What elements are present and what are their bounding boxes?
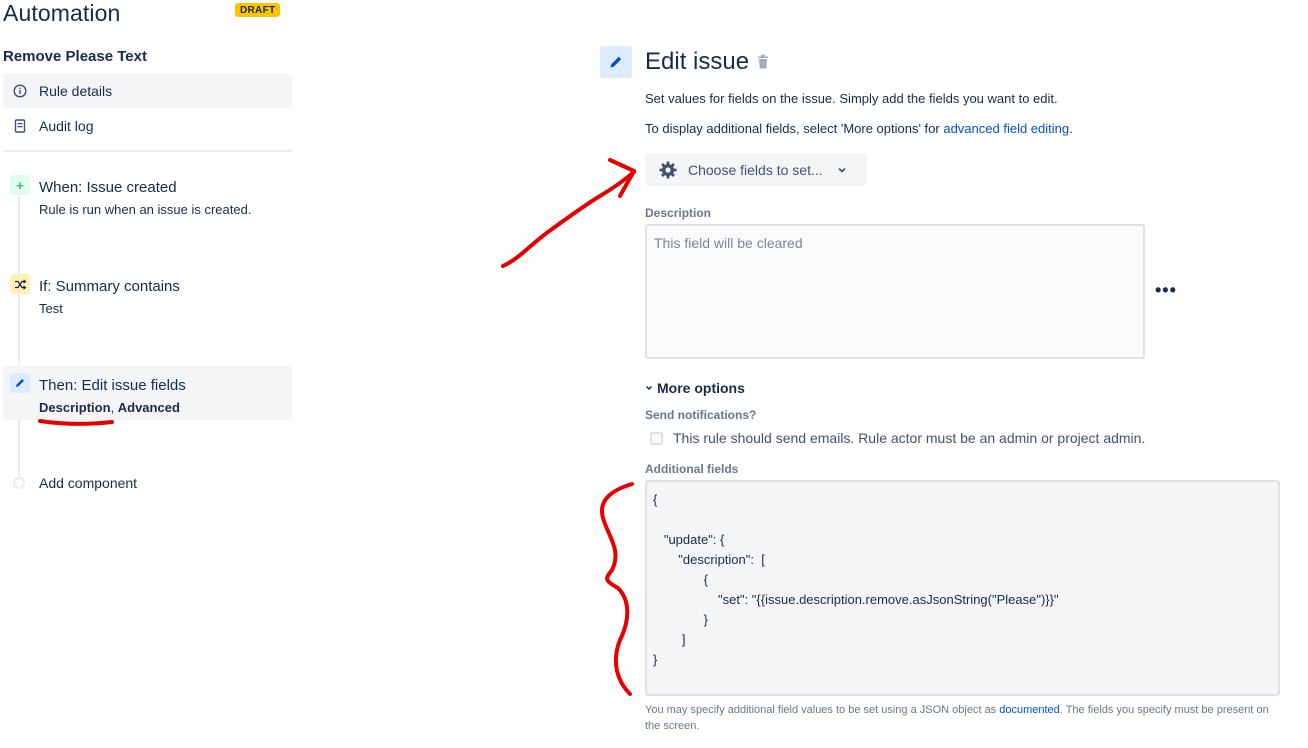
add-component[interactable]: Add component [3,472,292,494]
nav-audit-log-label: Audit log [39,118,94,134]
component-condition-title: If: Summary contains [39,278,180,295]
json-line: "update": { [653,532,725,547]
help-prefix: You may specify additional field values … [645,704,1000,716]
sidebar-divider [3,150,292,152]
additional-fields-editor[interactable]: { "update": { "description": [ { "set": … [645,480,1280,696]
description-field-label: Description [645,206,712,220]
action-field-separator: , [110,400,118,415]
edit-description-line2: To display additional fields, select 'Mo… [645,121,1073,136]
action-field-description: Description [39,400,111,415]
edit-description-line1: Set values for fields on the issue. Simp… [645,91,1058,106]
component-action[interactable]: Then: Edit issue fields Description, Adv… [3,366,292,420]
line2-prefix: To display additional fields, select 'Mo… [645,121,944,136]
component-trigger-title: When: Issue created [39,179,177,196]
documented-link[interactable]: documented [999,704,1060,716]
component-action-title: Then: Edit issue fields [39,377,186,394]
choose-fields-button[interactable]: Choose fields to set... [645,154,867,186]
send-emails-row[interactable]: This rule should send emails. Rule actor… [650,430,1145,446]
component-trigger[interactable]: + When: Issue created Rule is run when a… [3,168,292,224]
annotation-brace [600,482,634,696]
nav-audit-log[interactable]: Audit log [3,110,292,142]
annotation-arrow-shaft [501,170,636,268]
info-icon [12,83,28,99]
trash-icon[interactable] [756,54,770,70]
app-title: Automation [3,0,121,26]
send-emails-label: This rule should send emails. Rule actor… [673,430,1146,446]
json-line: { [653,572,708,587]
action-field-advanced: Advanced [117,400,180,415]
send-emails-checkbox[interactable] [650,431,663,445]
pencil-icon [10,373,30,393]
send-notifications-label: Send notifications? [645,408,757,422]
edit-issue-title: Edit issue [645,48,750,75]
add-component-dot-icon [13,477,25,489]
plus-icon: + [10,175,30,195]
component-condition-sub: Test [39,301,63,316]
json-line: "set": "{{issue.description.remove.asJso… [653,592,1059,607]
more-options-toggle[interactable]: More options [645,380,745,396]
component-trigger-sub: Rule is run when an issue is created. [39,202,252,217]
json-line: { [653,492,658,507]
component-timeline [18,196,20,481]
edit-issue-pencil-icon [600,46,632,78]
nav-rule-details-label: Rule details [39,83,113,99]
additional-fields-label: Additional fields [645,462,739,476]
annotation-underline [38,419,114,426]
json-line: "description": [ [653,552,765,567]
add-component-label: Add component [39,475,138,491]
shuffle-icon [10,274,30,294]
json-line: } [653,612,708,627]
choose-fields-label: Choose fields to set... [688,162,823,178]
nav-rule-details[interactable]: Rule details [3,75,292,107]
more-actions-icon[interactable]: ••• [1155,280,1177,301]
json-line: ] [653,632,686,647]
component-action-sub: Description, Advanced [39,400,180,415]
annotation-arrow-head [608,158,636,198]
description-field[interactable]: This field will be cleared [645,224,1145,359]
document-icon [12,118,28,134]
line2-suffix: . [1069,121,1073,136]
rule-name: Remove Please Text [3,48,147,65]
more-options-label: More options [657,380,745,396]
additional-fields-help: You may specify additional field values … [645,702,1275,734]
advanced-field-editing-link[interactable]: advanced field editing [943,121,1069,136]
component-condition[interactable]: If: Summary contains Test [3,267,292,323]
json-line: } [653,652,658,667]
chevron-down-small-icon [645,384,653,392]
chevron-down-icon [837,166,847,174]
gear-icon [658,160,678,180]
description-placeholder: This field will be cleared [654,235,803,251]
draft-badge: DRAFT [235,3,281,17]
